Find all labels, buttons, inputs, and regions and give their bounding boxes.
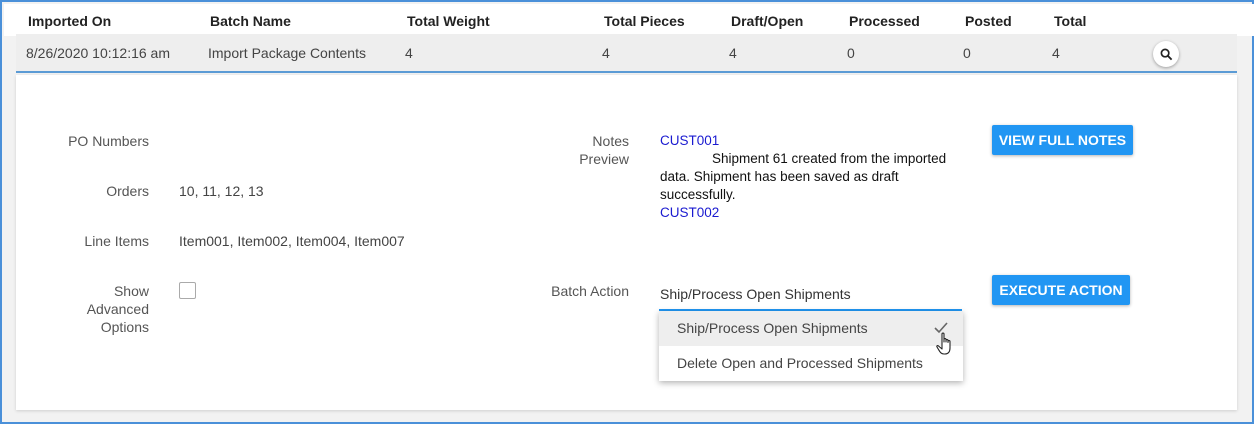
header-total: Total [1054, 13, 1087, 29]
cell-total-weight: 4 [405, 45, 413, 61]
table-row[interactable]: 8/26/2020 10:12:16 am Import Package Con… [16, 34, 1237, 73]
header-total-pieces: Total Pieces [604, 13, 685, 29]
option-delete-label: Delete Open and Processed Shipments [677, 355, 923, 371]
header-posted: Posted [965, 13, 1012, 29]
cell-imported-on: 8/26/2020 10:12:16 am [26, 45, 171, 61]
batch-action-select[interactable]: Ship/Process Open Shipments [659, 278, 962, 311]
option-ship-process-label: Ship/Process Open Shipments [677, 320, 868, 336]
notes-preview: CUST001 Shipment 61 created from the imp… [660, 132, 950, 222]
orders-value: 10, 11, 12, 13 [179, 183, 264, 199]
advanced-label-line-1: Show [113, 283, 149, 299]
search-icon [1160, 48, 1172, 60]
option-ship-process[interactable]: Ship/Process Open Shipments [659, 311, 963, 346]
notes-message: Shipment 61 created from the imported da… [660, 151, 947, 202]
notes-label-line-1: Notes [592, 133, 629, 149]
batch-details-panel: PO Numbers Orders 10, 11, 12, 13 Line It… [16, 75, 1237, 410]
header-processed: Processed [849, 13, 920, 29]
cell-draft-open: 4 [729, 45, 737, 61]
cell-total-pieces: 4 [602, 45, 610, 61]
search-button[interactable] [1153, 41, 1179, 67]
po-numbers-label: PO Numbers [68, 133, 149, 149]
table-header: Imported On Batch Name Total Weight Tota… [4, 4, 1254, 36]
header-imported-on: Imported On [28, 13, 112, 29]
line-items-value: Item001, Item002, Item004, Item007 [179, 233, 405, 249]
notes-customer-1: CUST001 [660, 133, 720, 148]
batch-action-label: Batch Action [551, 283, 629, 299]
advanced-label-line-2: Advanced [86, 301, 149, 317]
advanced-label-line-3: Options [100, 319, 149, 335]
header-draft-open: Draft/Open [731, 13, 804, 29]
header-batch-name: Batch Name [210, 13, 291, 29]
execute-action-button[interactable]: EXECUTE ACTION [992, 275, 1130, 305]
hand-cursor-icon [936, 332, 951, 355]
cell-posted: 0 [963, 45, 971, 61]
header-total-weight: Total Weight [407, 13, 490, 29]
option-delete-open-processed[interactable]: Delete Open and Processed Shipments [659, 346, 963, 381]
orders-label: Orders [106, 183, 149, 199]
notes-label-line-2: Preview [579, 151, 629, 167]
cell-total: 4 [1052, 45, 1060, 61]
line-items-label: Line Items [84, 233, 149, 249]
cell-processed: 0 [847, 45, 855, 61]
show-advanced-options-checkbox[interactable] [179, 282, 196, 299]
notes-customer-2: CUST002 [660, 205, 720, 220]
batch-action-dropdown: Ship/Process Open Shipments Delete Open … [659, 311, 963, 381]
notes-preview-label: Notes Preview [516, 132, 629, 168]
cell-batch-name: Import Package Contents [208, 45, 366, 61]
show-advanced-options-label: Show Advanced Options [36, 282, 149, 336]
view-full-notes-button[interactable]: VIEW FULL NOTES [992, 125, 1133, 155]
